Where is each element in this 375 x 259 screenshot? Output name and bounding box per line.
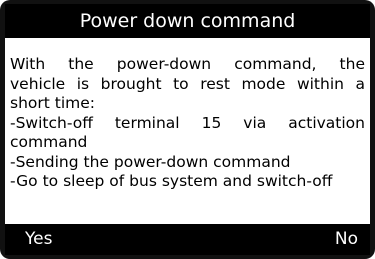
scanner-bezel: Power down command With the power-down c… (0, 0, 375, 259)
no-button[interactable]: No (335, 224, 358, 255)
button-bar: Yes No (5, 224, 370, 255)
message-line: short time: (10, 94, 96, 112)
message-line: -Sending the power-down command (10, 152, 291, 171)
dialog-message: With the power-down command, the vehicle… (10, 55, 365, 192)
message-line: With the power-down command, the (10, 55, 365, 73)
message-line: -Switch-off terminal 15 via activation (10, 113, 365, 132)
message-line: command (10, 133, 88, 151)
message-line: -Go to sleep of bus system and switch-of… (10, 172, 333, 190)
title-divider (5, 38, 370, 44)
scanner-screen: Power down command With the power-down c… (5, 4, 370, 255)
dialog-title: Power down command (5, 4, 370, 38)
message-line: vehicle is brought to rest mode within a (10, 74, 365, 93)
yes-button[interactable]: Yes (25, 224, 52, 255)
